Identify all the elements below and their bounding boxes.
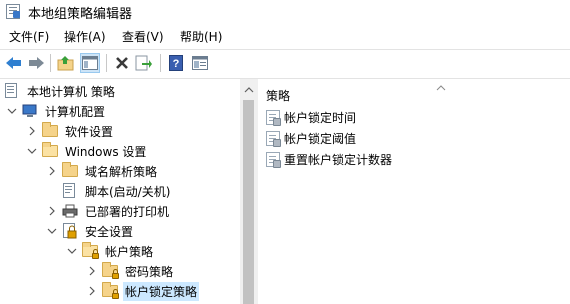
svg-text:?: ? bbox=[173, 58, 180, 70]
folder-open-icon bbox=[42, 142, 58, 159]
column-header-policy[interactable]: 策略 bbox=[266, 87, 290, 104]
tree-label: 已部署的打印机 bbox=[85, 204, 170, 219]
chevron-right-icon[interactable] bbox=[86, 264, 98, 278]
list-item-label: 帐户锁定时间 bbox=[284, 110, 357, 125]
script-icon bbox=[62, 183, 78, 199]
menu-view[interactable]: 查看(V) bbox=[122, 28, 164, 45]
toolbar-separator bbox=[106, 54, 107, 72]
gpedit-app-icon bbox=[6, 4, 20, 19]
tree-item-password-policy[interactable]: 密码策略 bbox=[86, 261, 175, 281]
tree-item-software-settings[interactable]: 软件设置 bbox=[26, 121, 115, 141]
tree-item-account-policies[interactable]: 帐户策略 bbox=[66, 241, 155, 261]
policy-doc-icon bbox=[4, 83, 20, 99]
list-item[interactable]: 帐户锁定时间 bbox=[266, 108, 356, 126]
tree-label: 帐户策略 bbox=[105, 244, 154, 259]
computer-icon bbox=[22, 103, 38, 119]
up-folder-icon[interactable] bbox=[56, 53, 76, 73]
scrollbar-thumb[interactable] bbox=[243, 100, 254, 304]
chevron-down-icon[interactable] bbox=[66, 244, 78, 258]
printer-icon bbox=[62, 203, 78, 219]
tree-label: 本地计算机 策略 bbox=[27, 84, 115, 99]
window-title: 本地组策略编辑器 bbox=[28, 7, 133, 22]
menu-action[interactable]: 操作(A) bbox=[64, 28, 106, 45]
policy-setting-icon bbox=[266, 130, 281, 147]
menu-bar: 文件(F) 操作(A) 查看(V) 帮助(H) bbox=[0, 26, 570, 46]
policy-list-pane: 策略 帐户锁定时间 帐户锁定阈值 重置帐户锁定计数器 bbox=[258, 79, 570, 304]
tree-label: 密码策略 bbox=[125, 264, 174, 279]
tree-item-security-settings[interactable]: 安全设置 bbox=[46, 221, 135, 241]
tree-label: 域名解析策略 bbox=[85, 164, 158, 179]
toolbar-separator bbox=[50, 54, 51, 72]
tree-item-windows-settings[interactable]: Windows 设置 bbox=[26, 141, 148, 161]
tree-label: 计算机配置 bbox=[45, 104, 106, 119]
properties-icon[interactable] bbox=[190, 53, 210, 73]
tree-item-computer-config[interactable]: 计算机配置 bbox=[6, 101, 107, 121]
tree-item-deployed-printers[interactable]: 已部署的打印机 bbox=[46, 201, 171, 221]
tree-item-root[interactable]: 本地计算机 策略 bbox=[4, 81, 117, 101]
chevron-down-icon[interactable] bbox=[26, 144, 38, 158]
forward-arrow-icon[interactable] bbox=[26, 53, 46, 73]
chevron-right-icon[interactable] bbox=[86, 284, 98, 298]
locked-folder-icon bbox=[102, 282, 119, 299]
sort-ascending-icon bbox=[436, 80, 446, 91]
folder-icon bbox=[42, 122, 58, 139]
back-arrow-icon[interactable] bbox=[4, 53, 24, 73]
folder-icon bbox=[62, 162, 78, 179]
export-list-icon[interactable] bbox=[134, 53, 154, 73]
title-bar: 本地组策略编辑器 bbox=[0, 0, 570, 23]
locked-folder-open-icon bbox=[82, 242, 99, 259]
help-icon[interactable]: ? bbox=[166, 53, 186, 73]
show-hide-tree-icon[interactable] bbox=[80, 53, 100, 73]
tree-pane: 本地计算机 策略 计算机配置 软件设置 Windows 设置 域名解析策略 脚本… bbox=[0, 79, 240, 304]
menu-divider bbox=[0, 49, 570, 50]
toolbar-separator bbox=[160, 54, 161, 72]
tree-item-scripts[interactable]: 脚本(启动/关机) bbox=[62, 181, 172, 201]
chevron-down-icon[interactable] bbox=[6, 104, 18, 118]
chevron-down-icon[interactable] bbox=[46, 224, 58, 238]
tree-label: 软件设置 bbox=[65, 124, 114, 139]
scroll-up-arrow-icon[interactable] bbox=[244, 83, 254, 93]
locked-folder-icon bbox=[102, 262, 119, 279]
menu-help[interactable]: 帮助(H) bbox=[180, 28, 222, 45]
delete-icon[interactable] bbox=[112, 53, 132, 73]
tree-item-account-lockout-policy[interactable]: 帐户锁定策略 bbox=[86, 281, 200, 301]
security-icon bbox=[62, 223, 78, 239]
tree-label-selected: 帐户锁定策略 bbox=[123, 281, 200, 301]
toolbar: ? bbox=[0, 51, 570, 77]
chevron-right-icon[interactable] bbox=[46, 204, 58, 218]
policy-setting-icon bbox=[266, 151, 281, 168]
chevron-right-icon[interactable] bbox=[46, 164, 58, 178]
chevron-right-icon[interactable] bbox=[26, 124, 38, 138]
tree-label: Windows 设置 bbox=[65, 144, 147, 159]
policy-setting-icon bbox=[266, 109, 281, 126]
list-item-label: 帐户锁定阈值 bbox=[284, 131, 357, 146]
tree-label: 脚本(启动/关机) bbox=[85, 184, 171, 199]
tree-label: 安全设置 bbox=[85, 224, 134, 239]
list-item-label: 重置帐户锁定计数器 bbox=[284, 152, 393, 167]
tree-item-name-resolution-policy[interactable]: 域名解析策略 bbox=[46, 161, 159, 181]
menu-file[interactable]: 文件(F) bbox=[9, 28, 49, 45]
list-item[interactable]: 重置帐户锁定计数器 bbox=[266, 150, 392, 168]
list-item[interactable]: 帐户锁定阈值 bbox=[266, 129, 356, 147]
